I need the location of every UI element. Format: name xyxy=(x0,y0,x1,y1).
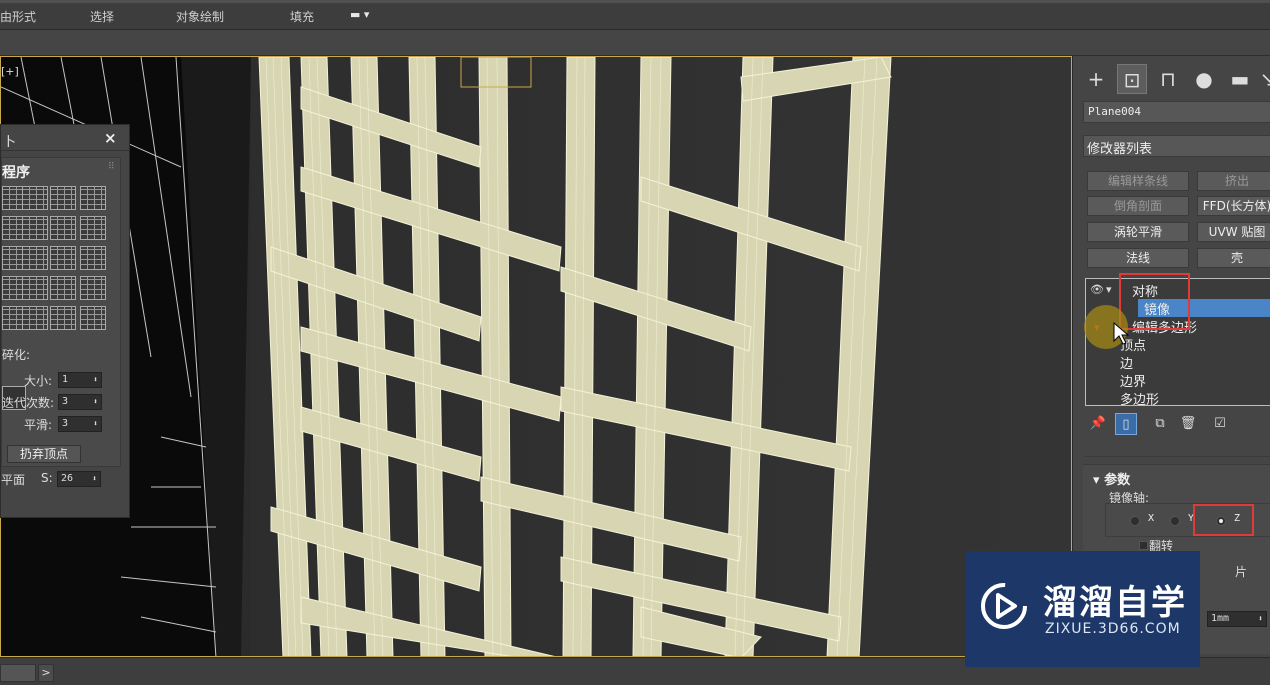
floating-panel-titlebar[interactable]: 卜 × xyxy=(1,125,129,151)
discard-vertices-button[interactable]: 扔弃顶点 xyxy=(7,445,81,463)
show-end-result-icon[interactable]: ▯ xyxy=(1115,413,1137,435)
secondary-toolbar xyxy=(0,30,1270,56)
lattice-mesh-render xyxy=(1,57,1071,656)
stack-item-edge[interactable]: 边 xyxy=(1120,353,1133,372)
stack-item-border[interactable]: 边界 xyxy=(1120,371,1146,390)
pin-stack-icon[interactable]: 📌 xyxy=(1087,413,1109,435)
configure-modifier-sets-icon[interactable]: ☑ xyxy=(1209,413,1231,435)
remove-modifier-icon[interactable]: 🗑 xyxy=(1177,413,1199,435)
partial-label: 片 xyxy=(1235,565,1248,579)
subdivide-label: 碎化: xyxy=(2,348,31,362)
section-title: 程序 xyxy=(2,165,30,181)
pattern-swatch[interactable] xyxy=(22,186,48,210)
iterations-spinner[interactable]: 3 ⬍ xyxy=(58,394,102,410)
ribbon-tab-freeform[interactable]: 由形式 xyxy=(0,8,36,25)
make-unique-icon[interactable]: ⧉ xyxy=(1149,413,1171,435)
threshold-spinner[interactable]: 1mm ⬍ xyxy=(1207,611,1267,627)
grip-icon[interactable]: ⠿ xyxy=(108,162,115,172)
axis-x-label: X xyxy=(1148,513,1155,524)
modifier-button-normal[interactable]: 法线 xyxy=(1087,248,1189,268)
pattern-swatch[interactable] xyxy=(50,246,76,270)
modifier-list-dropdown[interactable]: 修改器列表 xyxy=(1083,135,1270,157)
highlight-symmetry-mirror xyxy=(1119,273,1190,330)
expand-arrow-icon[interactable]: ▾ xyxy=(1106,283,1112,296)
pattern-swatch[interactable] xyxy=(80,306,106,330)
size-label: 大小: xyxy=(24,374,53,388)
axis-y-radio[interactable] xyxy=(1170,516,1180,526)
watermark-logo: 溜溜自学 ZIXUE.3D66.COM xyxy=(965,551,1200,667)
floating-panel-title: 卜 xyxy=(3,135,17,150)
pattern-swatch[interactable] xyxy=(80,216,106,240)
s-spinner[interactable]: 26 ⬍ xyxy=(57,471,101,487)
size-spinner[interactable]: 1 ⬍ xyxy=(58,372,102,388)
pattern-swatch[interactable] xyxy=(50,276,76,300)
pattern-swatch[interactable] xyxy=(22,246,48,270)
object-name-field[interactable]: Plane004 xyxy=(1083,101,1270,123)
modifier-button-edit-spline[interactable]: 编辑样条线 xyxy=(1087,171,1189,191)
parameters-title[interactable]: ▾ 参数 xyxy=(1093,469,1130,488)
command-panel-tabs: + ⊡ ⊓ ● ▬ ↘ xyxy=(1081,64,1270,94)
modifier-button-ffd-box[interactable]: FFD(长方体) xyxy=(1197,196,1270,216)
modifier-button-shell[interactable]: 壳 xyxy=(1197,248,1270,268)
rollout-divider xyxy=(1085,456,1270,457)
stack-toolbar: 📌 ▯ ⧉ 🗑 ☑ xyxy=(1085,411,1270,439)
pattern-swatch[interactable] xyxy=(80,276,106,300)
viewport-label[interactable]: [+] xyxy=(1,65,19,78)
pattern-swatch[interactable] xyxy=(80,246,106,270)
modify-tab-icon[interactable]: ⊡ xyxy=(1117,64,1147,94)
status-field[interactable] xyxy=(0,664,36,682)
ribbon-tab-populate[interactable]: 填充 xyxy=(290,8,314,25)
utilities-tab-icon[interactable]: ↘ xyxy=(1253,64,1270,94)
ribbon-tab-object-paint[interactable]: 对象绘制 xyxy=(176,8,224,25)
modifier-button-turbosmooth[interactable]: 涡轮平滑 xyxy=(1087,222,1189,242)
smooth-spinner[interactable]: 3 ⬍ xyxy=(58,416,102,432)
mouse-cursor-icon xyxy=(1113,322,1129,345)
highlight-z-axis xyxy=(1193,504,1254,536)
play-logo-icon xyxy=(981,583,1027,629)
procedural-section: 程序 ⠿ 碎化: 大小: 1 ⬍ 迭代次数: 3 ⬍ 平滑: 3 ⬍ xyxy=(1,157,121,467)
motion-tab-icon[interactable]: ● xyxy=(1189,64,1219,94)
iterations-label: 迭代次数: xyxy=(2,396,55,410)
chevron-right-icon[interactable]: > xyxy=(38,664,54,682)
watermark-url: ZIXUE.3D66.COM xyxy=(1045,621,1181,637)
pattern-swatch[interactable] xyxy=(22,216,48,240)
hierarchy-tab-icon[interactable]: ⊓ xyxy=(1153,64,1183,94)
ribbon-dropdown-icon[interactable]: ▬ ▾ xyxy=(350,8,378,22)
eye-icon[interactable]: 👁 xyxy=(1090,283,1104,296)
axis-x-radio[interactable] xyxy=(1130,516,1140,526)
pattern-swatch[interactable] xyxy=(50,216,76,240)
ribbon-top-strip xyxy=(0,0,1270,3)
pattern-swatch[interactable] xyxy=(22,306,48,330)
watermark-title: 溜溜自学 xyxy=(1043,583,1187,623)
s-label: S: xyxy=(41,471,53,485)
plane-label: 平面 xyxy=(1,473,26,487)
create-tab-icon[interactable]: + xyxy=(1081,64,1111,94)
pattern-swatch[interactable] xyxy=(50,186,76,210)
pattern-swatch[interactable] xyxy=(22,276,48,300)
modifier-button-extrude[interactable]: 挤出 xyxy=(1197,171,1270,191)
perspective-viewport[interactable]: [+] xyxy=(0,56,1072,657)
modifier-button-uvw-map[interactable]: UVW 贴图 xyxy=(1197,222,1270,242)
smooth-label: 平滑: xyxy=(24,418,53,432)
flip-checkbox[interactable] xyxy=(1139,541,1148,550)
ribbon-tab-selection[interactable]: 选择 xyxy=(90,8,114,25)
pattern-swatch[interactable] xyxy=(50,306,76,330)
stack-item-polygon[interactable]: 多边形 xyxy=(1120,389,1159,405)
graphite-floating-panel: 卜 × 程序 ⠿ 碎化: 大小: 1 ⬍ 迭代次数: 3 ⬍ 平滑: 3 ⬍ 扔… xyxy=(0,124,130,518)
pattern-swatch[interactable] xyxy=(80,186,106,210)
modifier-button-bevel-profile[interactable]: 倒角剖面 xyxy=(1087,196,1189,216)
close-icon[interactable]: × xyxy=(104,129,117,147)
ribbon: 由形式 选择 对象绘制 填充 ▬ ▾ xyxy=(0,0,1270,30)
display-tab-icon[interactable]: ▬ xyxy=(1225,64,1255,94)
